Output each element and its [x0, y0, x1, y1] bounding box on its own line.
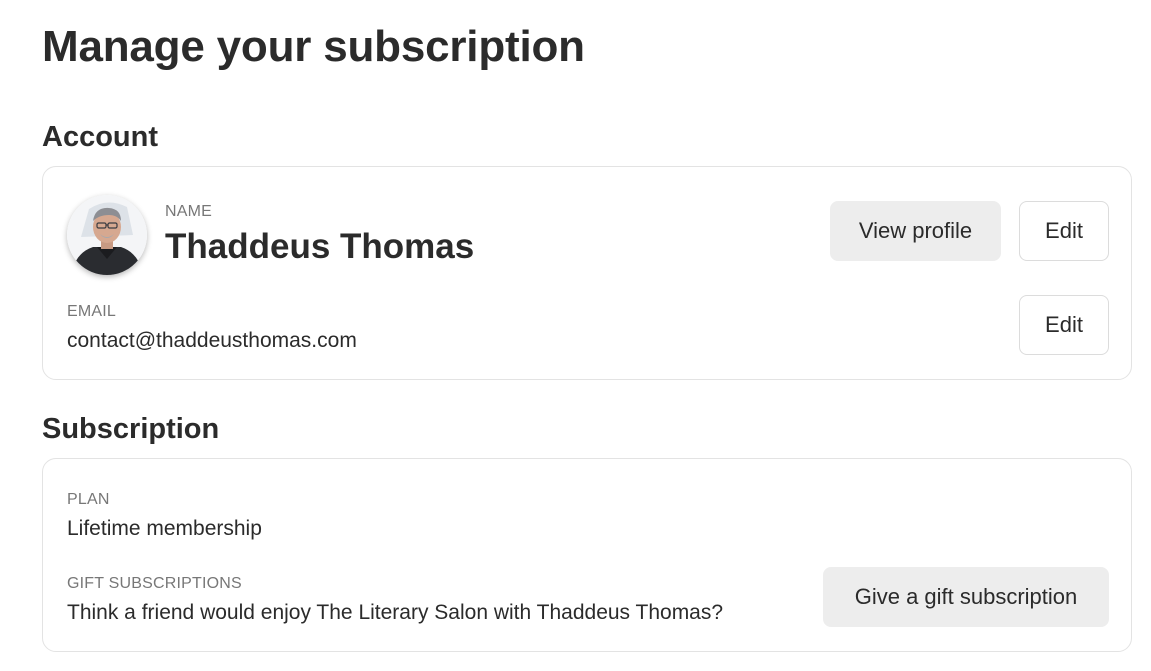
edit-email-button[interactable]: Edit: [1019, 295, 1109, 355]
subscription-card: PLAN Lifetime membership GIFT SUBSCRIPTI…: [42, 458, 1132, 652]
subscription-heading: Subscription: [42, 413, 220, 445]
edit-name-button[interactable]: Edit: [1019, 201, 1109, 261]
plan-value: Lifetime membership: [67, 517, 262, 540]
account-card: NAME Thaddeus Thomas View profile Edit E…: [42, 166, 1132, 380]
user-photo-avatar-icon: [67, 195, 147, 275]
name-value: Thaddeus Thomas: [165, 227, 475, 266]
gift-subscriptions-description: Think a friend would enjoy The Literary …: [67, 601, 724, 624]
email-value: contact@thaddeusthomas.com: [67, 329, 357, 352]
give-gift-subscription-button[interactable]: Give a gift subscription: [823, 567, 1109, 627]
name-label: NAME: [165, 203, 213, 220]
plan-label: PLAN: [67, 491, 110, 508]
view-profile-button[interactable]: View profile: [830, 201, 1001, 261]
account-heading: Account: [42, 121, 158, 153]
page-title: Manage your subscription: [42, 22, 585, 71]
email-label: EMAIL: [67, 303, 117, 320]
avatar[interactable]: [67, 195, 147, 275]
gift-subscriptions-label: GIFT SUBSCRIPTIONS: [67, 575, 242, 592]
